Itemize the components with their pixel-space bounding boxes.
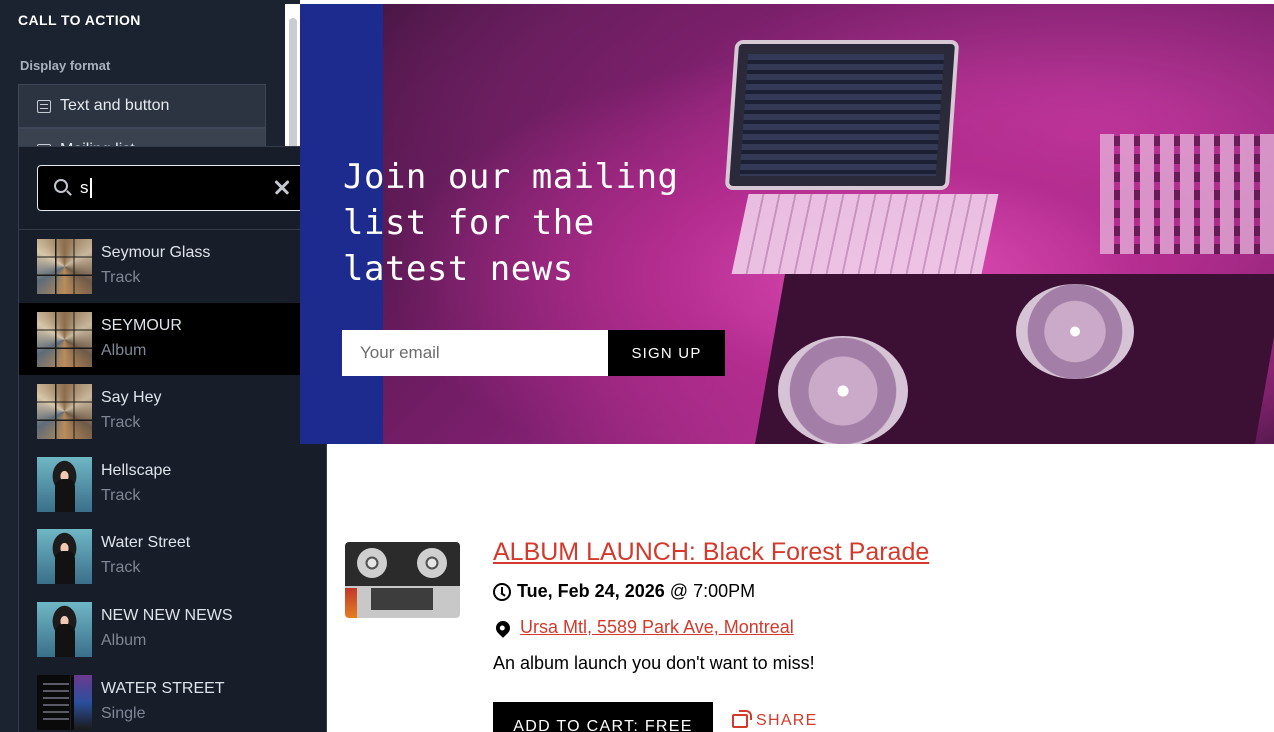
result-type: Album	[101, 341, 147, 359]
result-type: Track	[101, 559, 141, 577]
event-location-link[interactable]: Ursa Mtl, 5589 Park Ave, Montreal	[520, 617, 794, 638]
hero-image-laptop	[724, 40, 960, 190]
sign-up-button[interactable]: SIGN UP	[608, 330, 725, 376]
section-title: CALL TO ACTION	[18, 12, 141, 28]
event-thumbnail[interactable]	[345, 542, 460, 618]
result-type: Album	[101, 631, 147, 649]
result-type: Track	[101, 269, 141, 286]
editor-panel: CALL TO ACTION Display format Text and b…	[0, 0, 327, 732]
search-result-item[interactable]: Water Street Track	[19, 520, 326, 593]
clock-icon	[493, 582, 511, 601]
hero-banner: Join our mailing list for the latest new…	[300, 4, 1274, 444]
cover-art-thumbnail	[37, 384, 92, 440]
display-format-option-text-and-button[interactable]: Text and button	[18, 84, 266, 128]
time-separator: @	[669, 581, 689, 601]
search-result-item-selected[interactable]: SEYMOUR Album	[19, 302, 326, 376]
result-type: Track	[101, 414, 141, 432]
share-icon	[732, 710, 752, 728]
tape-reel	[417, 548, 447, 578]
display-format-label: Display format	[20, 58, 111, 73]
tape-strip	[345, 588, 357, 618]
hero-image-jog-wheel	[1016, 284, 1134, 379]
option-label: Text and button	[60, 97, 170, 114]
cover-art-thumbnail	[37, 456, 92, 512]
cover-art-thumbnail	[37, 239, 92, 294]
event-title-link[interactable]: ALBUM LAUNCH: Black Forest Parade	[493, 538, 929, 567]
event-time: 7:00PM	[693, 581, 756, 601]
cover-art-thumbnail	[37, 311, 92, 367]
result-title: SEYMOUR	[101, 316, 182, 334]
search-result-item[interactable]: Seymour Glass Track	[19, 230, 326, 303]
result-title: Water Street	[101, 534, 191, 552]
cover-art-thumbnail	[37, 529, 92, 585]
search-box	[37, 165, 308, 211]
search-result-item[interactable]: NEW NEW NEWS Album	[19, 593, 326, 666]
close-icon[interactable]	[271, 177, 293, 199]
search-input[interactable]	[80, 174, 260, 202]
tape-deck-panel	[371, 588, 433, 610]
result-title: Seymour Glass	[101, 244, 211, 261]
tape-reel	[357, 548, 387, 578]
result-type: Single	[101, 704, 146, 722]
hero-image-keyboard	[731, 194, 999, 274]
search-results-list: Seymour Glass Track SEYMOUR Album Say He…	[19, 230, 326, 732]
cover-art-thumbnail	[37, 674, 92, 730]
result-title: Hellscape	[101, 461, 172, 479]
result-title: WATER STREET	[101, 679, 225, 697]
page-root: CALL TO ACTION Display format Text and b…	[0, 0, 1274, 732]
hero-image-jog-wheel	[778, 336, 908, 444]
search-icon	[54, 179, 68, 193]
event-description: An album launch you don't want to miss!	[493, 653, 815, 673]
event-datetime: Tue, Feb 24, 2026 @ 7:00PM	[493, 581, 755, 602]
search-result-item[interactable]: WATER STREET Single	[19, 666, 326, 732]
event-time-separator: @	[665, 581, 693, 602]
result-type: Track	[101, 486, 141, 504]
text-caret	[90, 178, 92, 198]
result-title: NEW NEW NEWS	[101, 606, 233, 624]
cover-art-thumbnail	[37, 601, 92, 657]
share-label: SHARE	[756, 712, 818, 729]
text-layout-icon	[37, 99, 51, 113]
search-result-item[interactable]: Say Hey Track	[19, 375, 326, 448]
result-title: Say Hey	[101, 389, 162, 407]
hero-headline: Join our mailing list for the latest new…	[343, 157, 679, 289]
map-pin-icon	[493, 617, 513, 638]
event-date: Tue, Feb 24, 2026	[517, 581, 665, 601]
email-field[interactable]	[342, 330, 608, 376]
search-popover: Seymour Glass Track SEYMOUR Album Say He…	[18, 146, 327, 732]
event-location: Ursa Mtl, 5589 Park Ave, Montreal	[493, 617, 794, 638]
share-link[interactable]: SHARE	[732, 710, 818, 730]
add-to-cart-button[interactable]: ADD TO CART: FREE	[493, 702, 713, 732]
hero-image-pads	[1100, 134, 1274, 254]
search-result-item[interactable]: Hellscape Track	[19, 448, 326, 521]
